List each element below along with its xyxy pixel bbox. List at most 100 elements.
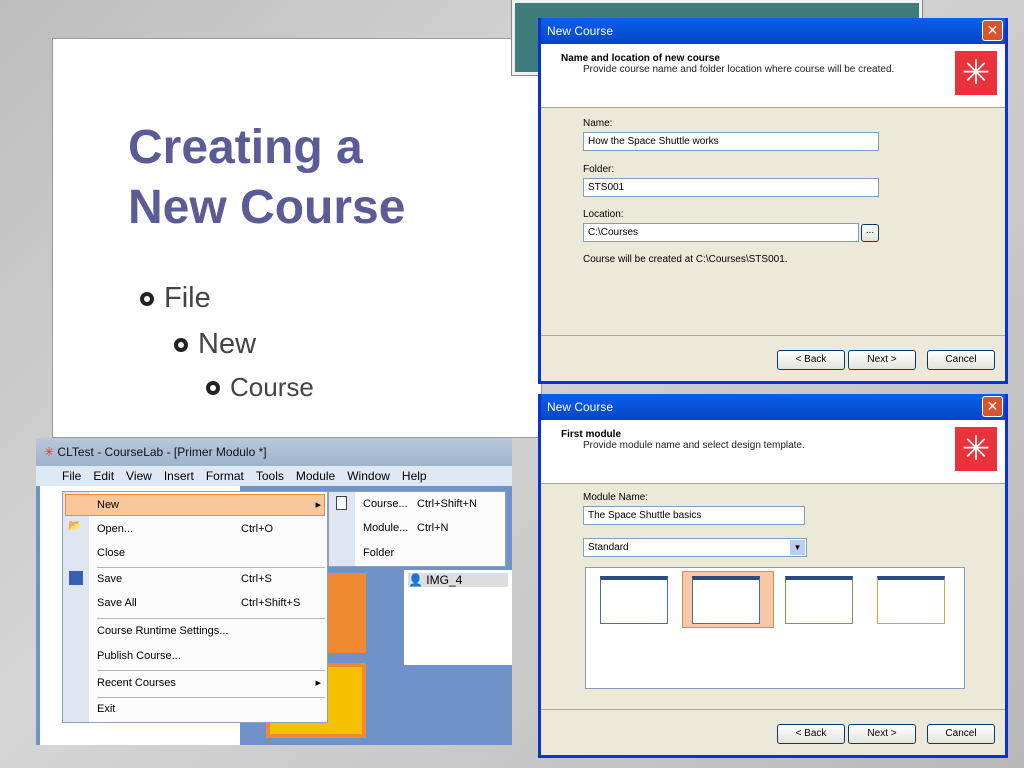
app-title-bar: ✳ CLTest - CourseLab - [Primer Modulo *] [36, 438, 512, 466]
menu-view[interactable]: View [126, 469, 152, 486]
dialog-title: New Course [547, 400, 614, 414]
bullet-file: File [140, 282, 211, 315]
dialog-title: New Course [547, 24, 614, 38]
folder-label: Folder: [583, 164, 615, 175]
new-submenu: Course... Ctrl+Shift+N Module... Ctrl+N Fo… [328, 491, 506, 567]
close-button[interactable]: ✕ [982, 396, 1003, 417]
item-label: Recent Courses [97, 677, 176, 689]
menu-item-exit[interactable]: Exit [97, 698, 321, 720]
menu-item-close[interactable]: Close [97, 542, 321, 564]
dialog-footer: < Back Next > Cancel [541, 709, 1005, 755]
title-bar: New Course ✕ [541, 18, 1005, 44]
cancel-button[interactable]: Cancel [927, 724, 995, 744]
object-item[interactable]: 👤 IMG_4 [408, 573, 508, 587]
item-shortcut: Ctrl+Shift+S [241, 597, 301, 609]
bullet-text: Course [230, 372, 314, 402]
object-list: 👤 IMG_4 [404, 570, 512, 665]
file-menu: New ▸ 📂 Open... Ctrl+O Close Save Ctrl+S Sa… [62, 491, 328, 723]
open-folder-icon: 📂 [68, 520, 82, 532]
menu-insert[interactable]: Insert [164, 469, 194, 486]
menu-item-recent[interactable]: Recent Courses ▸ [97, 672, 321, 694]
next-button[interactable]: Next > [848, 724, 916, 744]
item-shortcut: Ctrl+S [241, 573, 272, 585]
template-list [585, 567, 965, 689]
chevron-down-icon[interactable]: ▼ [790, 540, 805, 555]
app-title: CLTest - CourseLab - [Primer Modulo *] [57, 445, 267, 459]
menu-help[interactable]: Help [402, 469, 427, 486]
module-name-input[interactable]: The Space Shuttle basics [583, 506, 805, 525]
item-shortcut: Ctrl+O [241, 523, 274, 535]
menu-item-runtime-settings[interactable]: Course Runtime Settings... [97, 620, 321, 642]
header-title: Name and location of new course [561, 53, 720, 64]
location-input[interactable]: C:\Courses [583, 223, 859, 242]
item-label: Folder [363, 547, 395, 559]
cancel-button[interactable]: Cancel [927, 350, 995, 370]
app-logo-icon: ✳ [44, 445, 55, 459]
template-thumbnail[interactable] [600, 576, 668, 624]
item-shortcut: Ctrl+N [417, 522, 449, 534]
template-thumbnail[interactable] [785, 576, 853, 624]
browse-button[interactable]: ... [861, 224, 879, 242]
new-course-dialog: New Course ✕ Name and location of new cou… [538, 18, 1008, 384]
menu-item-new[interactable]: New ▸ [97, 494, 321, 516]
item-label: Publish Course... [97, 650, 181, 662]
title-bar: New Course ✕ [541, 394, 1005, 420]
title-line: Creating a [128, 121, 363, 174]
menu-item-publish[interactable]: Publish Course... [97, 645, 321, 667]
menu-item-save[interactable]: Save Ctrl+S [97, 568, 321, 590]
menu-bar: File Edit View Insert Format Tools Module Windo… [36, 466, 512, 486]
folder-input[interactable]: STS001 [583, 178, 879, 197]
name-input[interactable]: How the Space Shuttle works [583, 132, 879, 151]
header-desc: Provide course name and folder location … [583, 64, 895, 75]
back-button[interactable]: < Back [777, 724, 845, 744]
template-thumbnail[interactable] [692, 576, 760, 624]
bullet-icon [206, 380, 220, 395]
menu-tools[interactable]: Tools [256, 469, 284, 486]
bullet-icon [140, 291, 154, 306]
submenu-item-module[interactable]: Module... Ctrl+N [363, 517, 503, 539]
bullet-text: New [198, 328, 257, 360]
menu-edit[interactable]: Edit [93, 469, 114, 486]
item-shortcut: Ctrl+Shift+N [417, 498, 477, 510]
document-icon [336, 496, 347, 510]
menu-separator [97, 618, 325, 619]
menu-module[interactable]: Module [296, 469, 335, 486]
menu-format[interactable]: Format [206, 469, 244, 486]
menu-window[interactable]: Window [347, 469, 390, 486]
next-button[interactable]: Next > [848, 350, 916, 370]
first-module-dialog: New Course ✕ First module Provide module n… [538, 394, 1008, 758]
back-button[interactable]: < Back [777, 350, 845, 370]
dialog-footer: < Back Next > Cancel [541, 335, 1005, 381]
courselab-window: ✳ CLTest - CourseLab - [Primer Modulo *]… [36, 438, 512, 745]
bullet-new: New [174, 328, 256, 361]
bullet-icon [174, 337, 188, 352]
module-name-label: Module Name: [583, 492, 649, 503]
save-icon [69, 571, 83, 585]
menu-file[interactable]: File [62, 469, 81, 486]
item-label: Course Runtime Settings... [97, 625, 229, 637]
item-label: Save All [97, 597, 137, 609]
item-label: Exit [97, 703, 116, 715]
submenu-arrow-icon: ▸ [315, 499, 321, 511]
item-label: Save [97, 573, 123, 585]
courselab-logo-icon: ✳ [955, 51, 997, 95]
info-text: Course will be created at C:\Courses\STS… [583, 254, 788, 265]
close-button[interactable]: ✕ [982, 20, 1003, 41]
page-title: Creating a New Course [128, 118, 405, 238]
menu-separator [97, 670, 325, 671]
dialog-header: First module Provide module name and sele… [541, 420, 1005, 484]
template-select[interactable]: Standard ▼ [583, 538, 807, 557]
object-label: IMG_4 [426, 573, 463, 587]
header-desc: Provide module name and select design te… [583, 440, 805, 451]
bullet-text: File [164, 282, 211, 314]
submenu-item-course[interactable]: Course... Ctrl+Shift+N [363, 493, 503, 515]
item-label: Open... [97, 523, 134, 535]
item-label: Course... [363, 498, 408, 510]
template-value: Standard [588, 542, 629, 553]
menu-item-save-all[interactable]: Save All Ctrl+Shift+S [97, 592, 321, 614]
submenu-item-folder[interactable]: Folder [363, 542, 503, 564]
item-label: New [97, 499, 120, 511]
header-title: First module [561, 429, 622, 440]
menu-item-open[interactable]: Open... Ctrl+O [97, 518, 321, 540]
template-thumbnail[interactable] [877, 576, 945, 624]
